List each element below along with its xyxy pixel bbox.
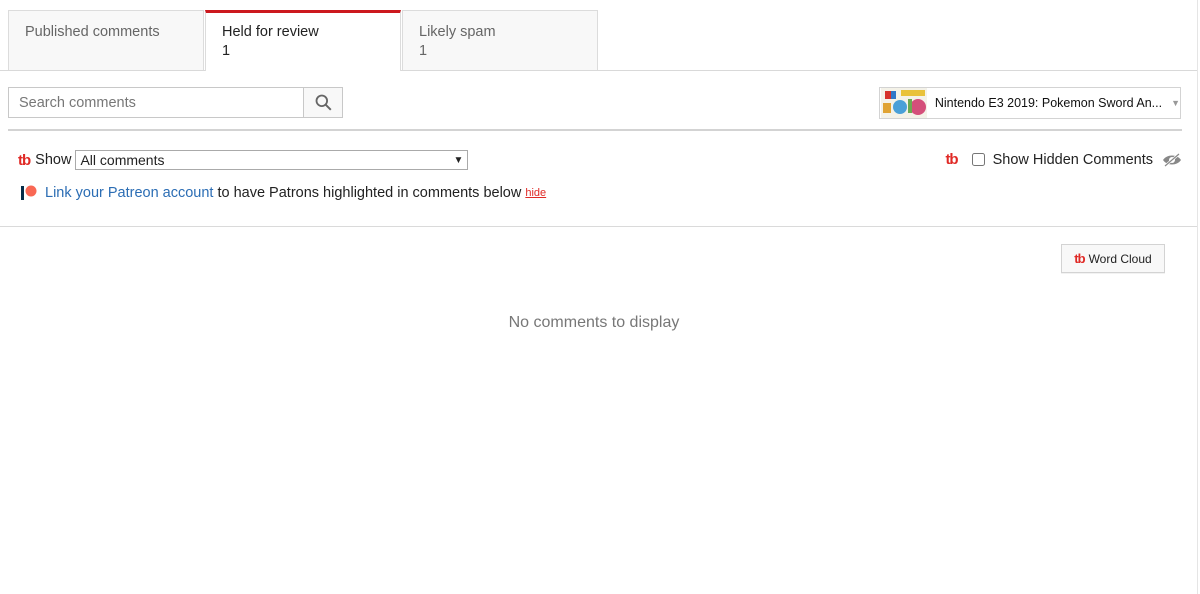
tab-label: Held for review [222, 24, 319, 40]
hide-patreon-link[interactable]: hide [525, 187, 546, 199]
tab-published-comments[interactable]: Published comments [8, 10, 204, 70]
page-right-border [1197, 0, 1198, 594]
word-cloud-button[interactable]: tb Word Cloud [1061, 244, 1165, 273]
tabs-divider [0, 70, 1197, 71]
show-filter-select[interactable]: All comments ▼ [75, 150, 469, 170]
dropdown-arrow-icon: ▼ [453, 154, 464, 166]
search-icon [315, 94, 332, 111]
link-patreon-account-link[interactable]: Link your Patreon account [45, 185, 213, 201]
tab-label: Likely spam [419, 24, 496, 40]
tab-label: Published comments [25, 24, 160, 40]
search-bar [8, 87, 343, 118]
show-filter-row: tb Show All comments ▼ [18, 150, 469, 170]
tab-count: 1 [419, 43, 428, 59]
word-cloud-label: Word Cloud [1088, 251, 1152, 266]
show-filter-value: All comments [80, 152, 165, 168]
tubebuddy-logo-icon: tb [945, 151, 958, 168]
show-hidden-checkbox[interactable] [971, 153, 985, 166]
tab-count: 1 [222, 43, 231, 59]
show-label: Show [35, 152, 72, 168]
tab-likely-spam[interactable]: Likely spam 1 [402, 10, 598, 70]
empty-state-message: No comments to display [508, 314, 680, 331]
tubebuddy-logo-icon: tb [1074, 251, 1085, 266]
tab-held-for-review[interactable]: Held for review 1 [205, 10, 401, 71]
section-divider [0, 226, 1197, 227]
search-input[interactable] [8, 87, 304, 118]
search-button[interactable] [304, 87, 343, 118]
patreon-icon [21, 185, 37, 200]
comment-tabs: Published comments Held for review 1 Lik… [8, 10, 598, 71]
section-divider [8, 129, 1182, 131]
patreon-banner: Link your Patreon account to have Patron… [21, 185, 546, 201]
video-title: Nintendo E3 2019: Pokemon Sword An... [934, 96, 1163, 110]
video-selector[interactable]: Nintendo E3 2019: Pokemon Sword An... ▼ [879, 87, 1181, 119]
tubebuddy-logo-icon: tb [18, 151, 31, 169]
video-thumbnail [881, 88, 927, 118]
patreon-message: to have Patrons highlighted in comments … [217, 185, 522, 201]
eye-hidden-icon [1163, 152, 1181, 167]
hidden-comments-toggle: tb Show Hidden Comments [945, 151, 1182, 168]
chevron-down-icon: ▼ [1171, 98, 1180, 108]
show-hidden-label[interactable]: Show Hidden Comments [993, 152, 1153, 168]
